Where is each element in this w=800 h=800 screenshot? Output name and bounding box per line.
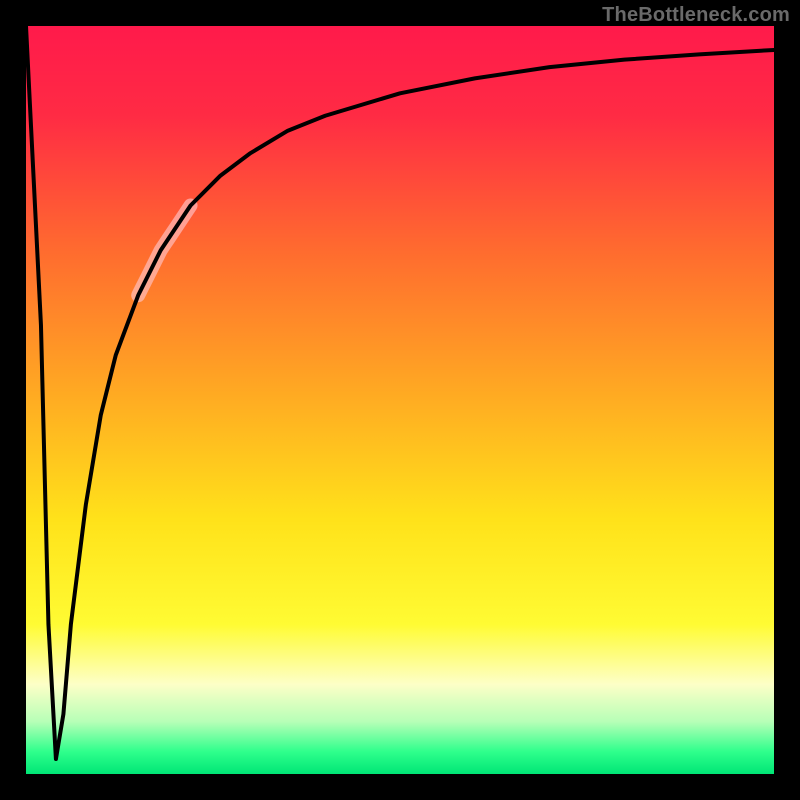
chart-frame: TheBottleneck.com bbox=[0, 0, 800, 800]
attribution-text: TheBottleneck.com bbox=[602, 4, 790, 27]
bottleneck-curve bbox=[26, 26, 774, 759]
curve-layer bbox=[26, 26, 774, 774]
plot-area bbox=[26, 26, 774, 774]
